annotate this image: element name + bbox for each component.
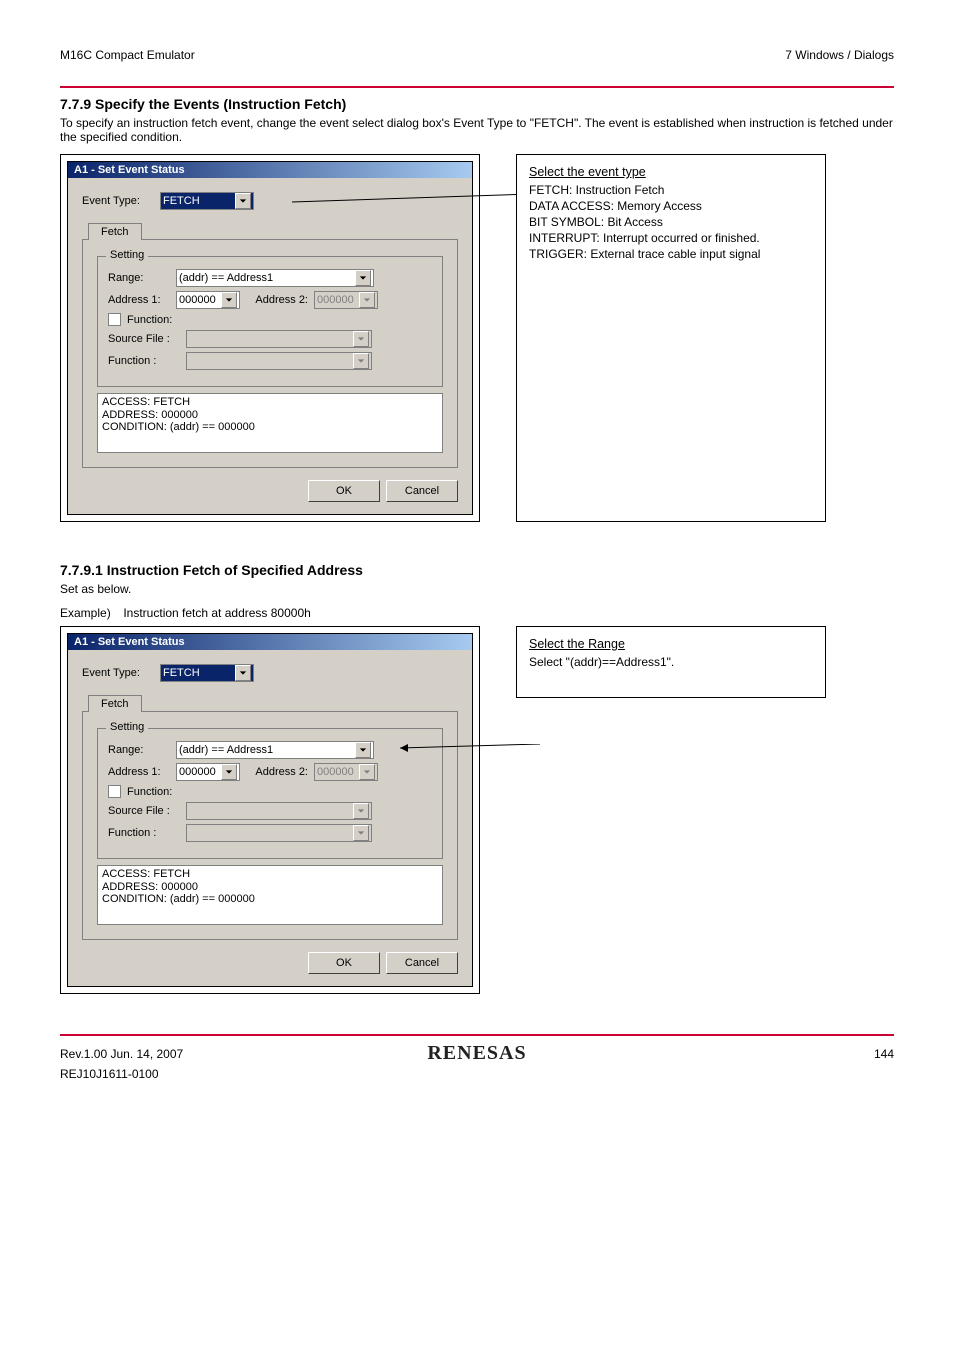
setting-group: Setting Range: (addr) == Address1 <box>97 256 443 387</box>
footer-page: 144 <box>874 1047 894 1061</box>
section1-sub: To specify an instruction fetch event, c… <box>60 116 894 144</box>
function-checkbox[interactable] <box>108 785 121 798</box>
chevron-down-icon[interactable] <box>235 665 251 681</box>
address2-value: 000000 <box>317 294 354 306</box>
section2-heading: 7.7.9.1 Instruction Fetch of Specified A… <box>60 562 894 578</box>
ok-button[interactable]: OK <box>308 480 380 502</box>
address2-value: 000000 <box>317 766 354 778</box>
address1-input[interactable]: 000000 <box>176 763 240 781</box>
chevron-down-icon <box>353 825 369 841</box>
function-combo <box>186 352 372 370</box>
callout1-line: DATA ACCESS: Memory Access <box>529 199 813 213</box>
status-line-1: ACCESS: FETCH <box>102 868 438 881</box>
callout-1: Select the event type FETCH: Instruction… <box>516 154 826 522</box>
chevron-down-icon <box>353 331 369 347</box>
address1-value: 000000 <box>179 766 216 778</box>
header-left: M16C Compact Emulator <box>60 48 195 62</box>
event-type-combo[interactable]: FETCH <box>160 664 254 682</box>
address2-input: 000000 <box>314 291 378 309</box>
screenshot-frame-2: A1 - Set Event Status Event Type: FETCH … <box>60 626 480 994</box>
status-line-3: CONDITION: (addr) == 000000 <box>102 893 438 906</box>
cancel-button[interactable]: Cancel <box>386 480 458 502</box>
event-type-label: Event Type: <box>82 195 154 207</box>
status-box: ACCESS: FETCH ADDRESS: 000000 CONDITION:… <box>97 865 443 925</box>
function-checkbox[interactable] <box>108 313 121 326</box>
section2-sub: Set as below. <box>60 582 894 596</box>
function-combo <box>186 824 372 842</box>
event-type-value: FETCH <box>163 195 200 207</box>
footer: Rev.1.00 Jun. 14, 2007 RENESAS 144 <box>60 1036 894 1067</box>
function-label: Function : <box>108 827 180 839</box>
chevron-down-icon[interactable] <box>355 270 371 286</box>
event-type-combo[interactable]: FETCH <box>160 192 254 210</box>
address1-label: Address 1: <box>108 766 170 778</box>
tab-fetch[interactable]: Fetch <box>88 223 142 240</box>
range-combo[interactable]: (addr) == Address1 <box>176 269 374 287</box>
cancel-button[interactable]: Cancel <box>386 952 458 974</box>
header-right: 7 Windows / Dialogs <box>785 48 894 62</box>
function-chk-label: Function: <box>127 314 172 326</box>
chevron-down-icon <box>353 353 369 369</box>
range-label: Range: <box>108 744 170 756</box>
callout1-line: INTERRUPT: Interrupt occurred or finishe… <box>529 231 813 245</box>
chevron-down-icon[interactable] <box>235 193 251 209</box>
dialog-title: A1 - Set Event Status <box>68 634 472 650</box>
sourcefile-combo <box>186 802 372 820</box>
tab-panel: Setting Range: (addr) == Address1 <box>82 239 458 468</box>
tab-panel: Setting Range: (addr) == Address1 <box>82 711 458 940</box>
footer-code: REJ10J1611-0100 <box>60 1067 894 1081</box>
address2-label: Address 2: <box>246 766 308 778</box>
chevron-down-icon[interactable] <box>221 764 237 780</box>
ok-button[interactable]: OK <box>308 952 380 974</box>
chevron-down-icon <box>353 803 369 819</box>
dialog-1: A1 - Set Event Status Event Type: FETCH … <box>67 161 473 515</box>
status-line-3: CONDITION: (addr) == 000000 <box>102 421 438 434</box>
event-type-value: FETCH <box>163 667 200 679</box>
callout2-title: Select the Range <box>529 637 813 651</box>
example-label: Example) <box>60 606 120 620</box>
callout1-line: FETCH: Instruction Fetch <box>529 183 813 197</box>
callout1-line: TRIGGER: External trace cable input sign… <box>529 247 813 261</box>
range-label: Range: <box>108 272 170 284</box>
sourcefile-label: Source File : <box>108 805 180 817</box>
status-line-2: ADDRESS: 000000 <box>102 409 438 422</box>
screenshot-frame-1: A1 - Set Event Status Event Type: FETCH … <box>60 154 480 522</box>
address1-label: Address 1: <box>108 294 170 306</box>
chevron-down-icon <box>359 292 375 308</box>
chevron-down-icon <box>359 764 375 780</box>
setting-group-title: Setting <box>106 249 148 261</box>
dialog-title: A1 - Set Event Status <box>68 162 472 178</box>
renesas-logo: RENESAS <box>427 1042 526 1065</box>
dialog-2: A1 - Set Event Status Event Type: FETCH … <box>67 633 473 987</box>
footer-rev: Rev.1.00 Jun. 14, 2007 <box>60 1047 183 1061</box>
range-combo[interactable]: (addr) == Address1 <box>176 741 374 759</box>
section1-heading: 7.7.9 Specify the Events (Instruction Fe… <box>60 96 894 112</box>
example-text: Instruction fetch at address 80000h <box>123 606 310 620</box>
header-rule <box>60 86 894 88</box>
callout1-line: BIT SYMBOL: Bit Access <box>529 215 813 229</box>
status-line-1: ACCESS: FETCH <box>102 396 438 409</box>
range-value: (addr) == Address1 <box>179 272 273 284</box>
setting-group: Setting Range: (addr) == Address1 <box>97 728 443 859</box>
event-type-label: Event Type: <box>82 667 154 679</box>
setting-group-title: Setting <box>106 721 148 733</box>
address2-input: 000000 <box>314 763 378 781</box>
callout-2: Select the Range Select "(addr)==Address… <box>516 626 826 698</box>
address1-value: 000000 <box>179 294 216 306</box>
callout2-line: Select "(addr)==Address1". <box>529 655 813 669</box>
address1-input[interactable]: 000000 <box>176 291 240 309</box>
sourcefile-label: Source File : <box>108 333 180 345</box>
chevron-down-icon[interactable] <box>355 742 371 758</box>
chevron-down-icon[interactable] <box>221 292 237 308</box>
function-chk-label: Function: <box>127 786 172 798</box>
status-box: ACCESS: FETCH ADDRESS: 000000 CONDITION:… <box>97 393 443 453</box>
tab-fetch[interactable]: Fetch <box>88 695 142 712</box>
status-line-2: ADDRESS: 000000 <box>102 881 438 894</box>
range-value: (addr) == Address1 <box>179 744 273 756</box>
callout1-title: Select the event type <box>529 165 813 179</box>
function-label: Function : <box>108 355 180 367</box>
sourcefile-combo <box>186 330 372 348</box>
address2-label: Address 2: <box>246 294 308 306</box>
